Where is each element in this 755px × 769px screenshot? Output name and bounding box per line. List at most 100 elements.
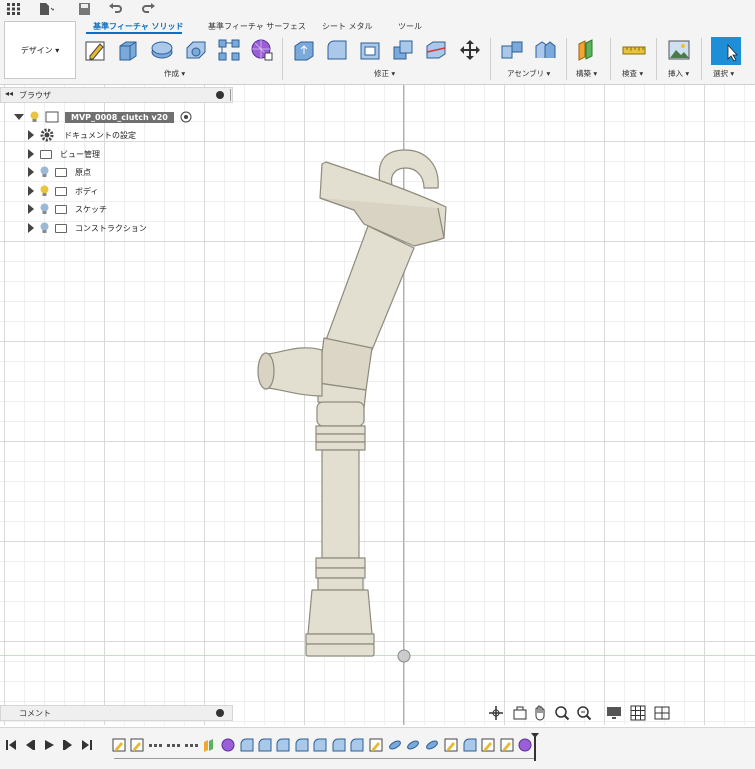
visibility-bulb-icon[interactable] <box>30 111 39 123</box>
timeline-sketch-icon[interactable] <box>369 738 383 752</box>
timeline-sketch-icon[interactable] <box>500 738 514 752</box>
browser-item-bodies[interactable]: ボディ <box>28 182 98 200</box>
look-at-icon[interactable] <box>512 705 528 721</box>
file-icon[interactable] <box>38 2 54 16</box>
expand-arrow-icon[interactable] <box>28 204 34 214</box>
workspace-switcher[interactable]: デザイン ▾ <box>4 21 76 79</box>
timeline-revolve-icon[interactable] <box>425 738 439 752</box>
fit-icon[interactable] <box>576 705 592 721</box>
visibility-bulb-icon[interactable] <box>40 203 49 215</box>
separator <box>282 38 283 80</box>
zoom-icon[interactable] <box>554 705 570 721</box>
timeline-form-icon[interactable] <box>221 738 235 752</box>
collapse-panel-icon[interactable]: ◂◂ <box>5 89 13 98</box>
activate-radio-icon[interactable] <box>180 111 192 123</box>
save-icon[interactable] <box>77 2 93 16</box>
extrude-icon[interactable] <box>116 38 140 62</box>
timeline-sketch-icon[interactable] <box>130 738 144 752</box>
timeline-revolve-icon[interactable] <box>388 738 402 752</box>
visibility-bulb-icon[interactable] <box>40 185 49 197</box>
expand-arrow-icon[interactable] <box>14 114 24 120</box>
measure-icon[interactable] <box>622 38 646 62</box>
expand-arrow-icon[interactable] <box>28 130 34 140</box>
group-inspect[interactable]: 検査 ▾ <box>622 68 643 79</box>
panel-pin-icon[interactable] <box>216 91 224 99</box>
timeline-point-icon[interactable] <box>166 738 182 752</box>
crutch-model[interactable] <box>240 140 470 670</box>
insert-image-icon[interactable] <box>667 38 691 62</box>
timeline-sketch-icon[interactable] <box>112 738 126 752</box>
combine-icon[interactable] <box>391 38 415 62</box>
pattern-icon[interactable] <box>217 38 241 62</box>
joint-icon[interactable] <box>533 38 557 62</box>
tab-sheet-metal[interactable]: シート メタル <box>322 21 373 32</box>
sweep-icon[interactable] <box>184 38 208 62</box>
play-icon[interactable] <box>43 739 55 751</box>
workspace-label: デザイン ▾ <box>20 45 60 55</box>
browser-root[interactable]: MVP_0008_clutch v20 <box>14 108 192 126</box>
visibility-bulb-icon[interactable] <box>40 222 49 234</box>
timeline-plane-icon[interactable] <box>203 738 217 752</box>
move-copy-icon[interactable] <box>458 38 482 62</box>
group-modify[interactable]: 修正 ▾ <box>374 68 395 79</box>
timeline-body-icon[interactable] <box>332 738 346 752</box>
last-icon[interactable] <box>81 739 93 751</box>
tab-tools[interactable]: ツール <box>398 21 422 32</box>
display-settings-icon[interactable] <box>606 705 622 721</box>
viewports-icon[interactable] <box>654 705 670 721</box>
timeline-sketch-icon[interactable] <box>481 738 495 752</box>
next-icon[interactable] <box>62 739 74 751</box>
prev-icon[interactable] <box>24 739 36 751</box>
panel-resize-handle[interactable] <box>230 89 231 101</box>
timeline-body-icon[interactable] <box>313 738 327 752</box>
first-icon[interactable] <box>5 739 17 751</box>
redo-icon[interactable] <box>140 2 156 16</box>
new-component-icon[interactable] <box>500 38 524 62</box>
browser-item-settings[interactable]: ドキュメントの設定 <box>28 126 136 144</box>
group-assemble[interactable]: アセンブリ ▾ <box>507 68 550 79</box>
browser-item-origin[interactable]: 原点 <box>28 163 91 181</box>
undo-icon[interactable] <box>108 2 124 16</box>
expand-arrow-icon[interactable] <box>28 149 34 159</box>
document-name: MVP_0008_clutch v20 <box>65 111 174 123</box>
pan-icon[interactable] <box>532 705 548 721</box>
timeline-point-icon[interactable] <box>148 738 164 752</box>
comments-panel[interactable]: コメント <box>0 705 233 721</box>
panel-pin-icon[interactable] <box>216 709 224 717</box>
timeline-body-icon[interactable] <box>258 738 272 752</box>
group-create[interactable]: 作成 ▾ <box>164 68 185 79</box>
group-insert[interactable]: 挿入 ▾ <box>668 68 689 79</box>
timeline-revolve-icon[interactable] <box>406 738 420 752</box>
timeline-point-icon[interactable] <box>184 738 200 752</box>
timeline-body-icon[interactable] <box>240 738 254 752</box>
offset-plane-icon[interactable] <box>576 38 600 62</box>
timeline-body-icon[interactable] <box>350 738 364 752</box>
visibility-bulb-icon[interactable] <box>40 166 49 178</box>
tab-solid[interactable]: 基準フィーチャ ソリッド <box>93 21 184 32</box>
timeline-sketch-icon[interactable] <box>444 738 458 752</box>
browser-item-construction[interactable]: コンストラクション <box>28 219 147 237</box>
shell-icon[interactable] <box>358 38 382 62</box>
group-select[interactable]: 選択 ▾ <box>713 68 734 79</box>
browser-item-named-views[interactable]: ビュー管理 <box>28 145 100 163</box>
revolve-icon[interactable] <box>150 38 174 62</box>
group-construct[interactable]: 構築 ▾ <box>576 68 597 79</box>
fillet-icon[interactable] <box>325 38 349 62</box>
form-icon[interactable] <box>250 38 274 62</box>
folder-icon <box>40 149 52 159</box>
grid-icon[interactable] <box>630 705 646 721</box>
expand-arrow-icon[interactable] <box>28 167 34 177</box>
expand-arrow-icon[interactable] <box>28 223 34 233</box>
split-body-icon[interactable] <box>424 38 448 62</box>
app-menu-icon[interactable] <box>6 2 22 16</box>
expand-arrow-icon[interactable] <box>28 186 34 196</box>
browser-item-sketches[interactable]: スケッチ <box>28 200 107 218</box>
create-sketch-icon[interactable] <box>84 38 108 62</box>
tab-surface[interactable]: 基準フィーチャ サーフェス <box>208 21 306 32</box>
timeline-body-icon[interactable] <box>463 738 477 752</box>
timeline-body-icon[interactable] <box>295 738 309 752</box>
orbit-icon[interactable] <box>488 705 504 721</box>
press-pull-icon[interactable] <box>292 38 316 62</box>
timeline-body-icon[interactable] <box>276 738 290 752</box>
select-icon[interactable] <box>711 37 741 65</box>
